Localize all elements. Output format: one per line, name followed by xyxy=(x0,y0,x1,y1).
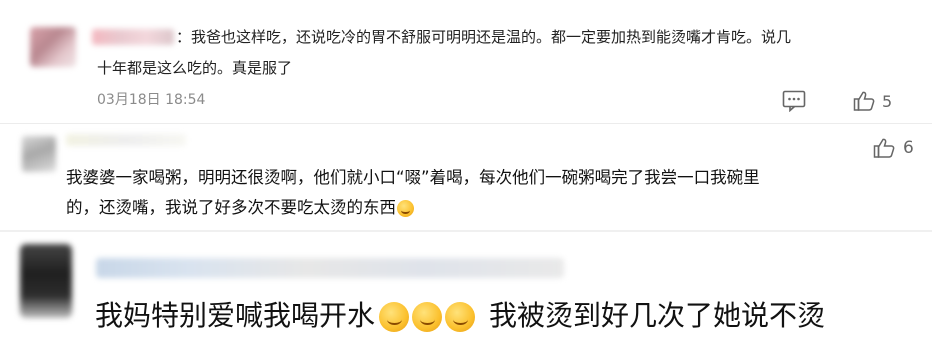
comment-text-line: ：我爸也这样吃，还说吃冷的胃不舒服可明明还是温的。都一定要加热到能烫嘴才肯吃。说… xyxy=(176,28,792,46)
comment-text: 的，还烫嘴，我说了好多次不要吃太烫的东西 xyxy=(66,198,396,217)
thumbs-up-icon[interactable] xyxy=(873,137,895,159)
thumbs-up-icon[interactable] xyxy=(853,90,875,112)
avatar[interactable] xyxy=(22,136,56,172)
avatar[interactable] xyxy=(20,244,72,318)
comment-icon[interactable] xyxy=(782,90,806,113)
crying-laughing-emoji xyxy=(445,302,476,332)
username-blurred[interactable] xyxy=(66,134,186,146)
comment-text: 我被烫到好几次了她说不烫 xyxy=(489,299,826,332)
divider xyxy=(0,123,932,124)
comment-text-line: 我婆婆一家喝粥，明明还很烫啊，他们就小口“啜”着喝，每次他们一碗粥喝完了我尝一口… xyxy=(66,168,760,187)
crying-laughing-emoji xyxy=(397,200,414,217)
username-blurred[interactable] xyxy=(92,29,174,45)
crying-laughing-emoji xyxy=(412,302,443,332)
comment-text: 我妈特别爱喊我喝开水 xyxy=(95,299,376,332)
username-blurred[interactable] xyxy=(96,258,564,278)
comment-text-line: 十年都是这么吃的。真是服了 xyxy=(97,59,293,77)
divider xyxy=(0,230,932,232)
crying-laughing-emoji xyxy=(379,302,410,332)
comment-text-line: 我妈特别爱喊我喝开水 我被烫到好几次了她说不烫 xyxy=(95,296,825,336)
like-count: 6 xyxy=(903,138,914,158)
comment-timestamp: 03月18日 18:54 xyxy=(97,92,206,108)
like-count: 5 xyxy=(882,92,893,111)
comment-text-line: 的，还烫嘴，我说了好多次不要吃太烫的东西 xyxy=(66,193,414,223)
avatar[interactable] xyxy=(30,27,76,67)
